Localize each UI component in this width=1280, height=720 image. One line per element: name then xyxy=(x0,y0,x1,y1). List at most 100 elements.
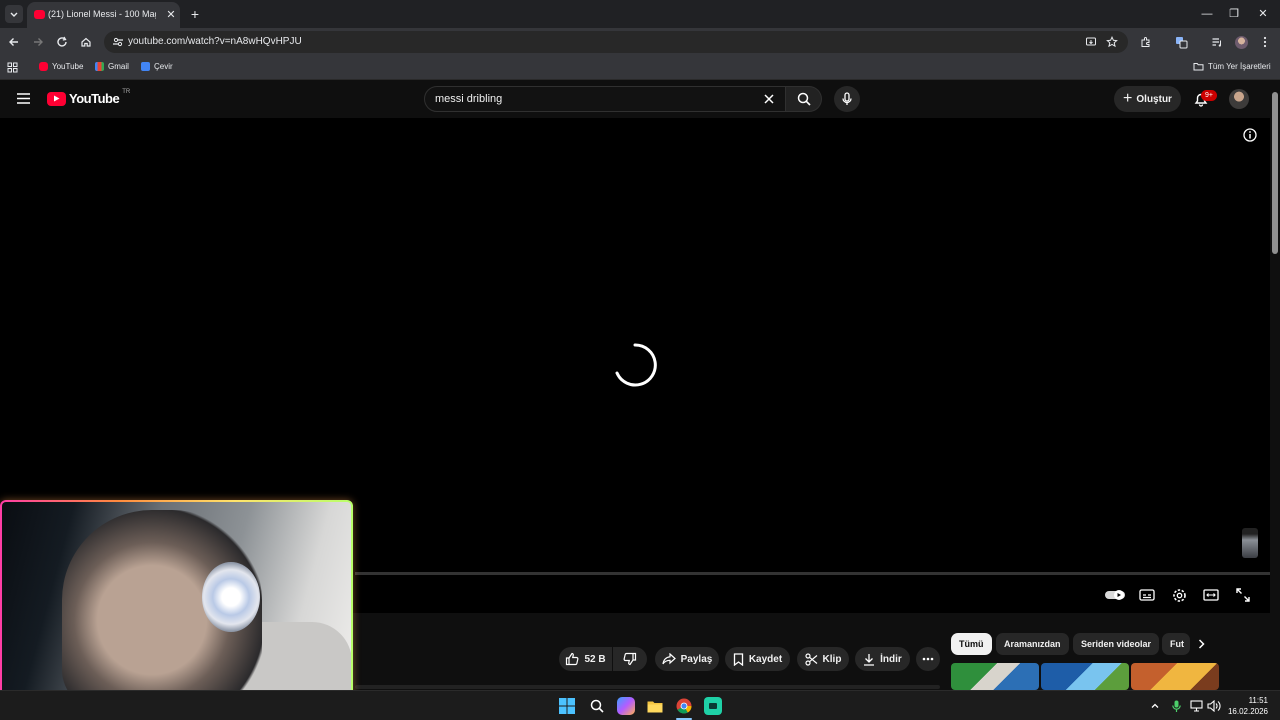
bookmark-label: YouTube xyxy=(52,62,84,71)
chip-all[interactable]: Tümü xyxy=(951,633,992,655)
window-close-icon[interactable]: ✕ xyxy=(1254,5,1272,23)
like-count: 52 B xyxy=(584,653,606,665)
scrollbar-thumb[interactable] xyxy=(1272,92,1278,254)
save-button[interactable]: Kaydet xyxy=(725,647,790,671)
bookmark-icon xyxy=(733,652,744,666)
translate-icon xyxy=(141,62,150,71)
chrome-icon[interactable] xyxy=(675,697,693,715)
download-icon xyxy=(863,653,875,666)
clip-button[interactable]: Klip xyxy=(797,647,849,671)
bookmark-label: Gmail xyxy=(108,62,129,71)
more-actions-button[interactable] xyxy=(916,647,940,671)
chevron-up-icon[interactable] xyxy=(1146,697,1164,715)
reload-icon[interactable] xyxy=(53,33,71,51)
all-bookmarks[interactable]: Tüm Yer İşaretleri xyxy=(1193,62,1271,71)
address-bar[interactable]: youtube.com/watch?v=nA8wHQvHPJU xyxy=(104,31,1128,53)
browser-tab-active[interactable]: (21) Lionel Messi - 100 Magical ✕ xyxy=(27,2,180,28)
download-button[interactable]: İndir xyxy=(855,647,910,671)
system-clock[interactable]: 11:51 16.02.2026 xyxy=(1224,695,1268,717)
microphone-tray-icon[interactable] xyxy=(1167,697,1185,715)
star-icon[interactable] xyxy=(1105,35,1119,49)
dislike-button[interactable] xyxy=(613,647,647,671)
recommended-video-thumbnail[interactable] xyxy=(951,663,1039,690)
forward-icon[interactable] xyxy=(29,33,47,51)
subtitles-icon[interactable] xyxy=(1136,584,1158,606)
webcam-headphone-shape xyxy=(202,562,260,632)
share-label: Paylaş xyxy=(680,653,713,665)
youtube-logo-text: YouTube xyxy=(69,91,120,106)
search-input[interactable]: messi dribling xyxy=(424,86,786,112)
clock-time: 11:51 xyxy=(1248,696,1268,705)
page-scrollbar[interactable] xyxy=(1270,80,1280,690)
fullscreen-icon[interactable] xyxy=(1232,584,1254,606)
volume-icon[interactable] xyxy=(1205,697,1223,715)
profile-avatar[interactable] xyxy=(1232,33,1250,51)
voice-search-button[interactable] xyxy=(834,86,860,112)
end-screen-channel-thumbnail[interactable] xyxy=(1242,528,1258,558)
recommended-video-thumbnail[interactable] xyxy=(1041,663,1129,690)
clip-label: Klip xyxy=(822,653,842,665)
chevron-right-icon[interactable] xyxy=(1195,638,1207,650)
extensions-icon[interactable] xyxy=(1137,33,1155,51)
tab-search-button[interactable] xyxy=(5,5,23,23)
install-app-icon[interactable] xyxy=(1084,35,1098,49)
account-avatar[interactable] xyxy=(1229,89,1249,109)
home-icon[interactable] xyxy=(77,33,95,51)
youtube-icon xyxy=(39,62,48,71)
chip-from-series[interactable]: Seriden videolar xyxy=(1073,633,1160,655)
all-bookmarks-label: Tüm Yer İşaretleri xyxy=(1208,62,1271,71)
search-button[interactable] xyxy=(786,86,822,112)
create-label: Oluştur xyxy=(1136,93,1172,105)
share-arrow-icon xyxy=(662,653,676,665)
download-label: İndir xyxy=(880,653,902,665)
file-explorer-icon[interactable] xyxy=(646,697,664,715)
search-query-text: messi dribling xyxy=(435,93,503,105)
copilot-icon[interactable] xyxy=(617,697,635,715)
progress-bar[interactable] xyxy=(355,572,1270,575)
taskbar-search-icon[interactable] xyxy=(588,697,606,715)
more-horizontal-icon xyxy=(922,657,934,661)
like-button[interactable]: 52 B xyxy=(559,647,612,671)
translate-icon[interactable] xyxy=(1172,33,1190,51)
gmail-icon xyxy=(95,62,104,71)
site-info-icon[interactable] xyxy=(112,36,124,48)
create-button[interactable]: + Oluştur xyxy=(1114,86,1181,112)
tab-close-icon[interactable]: ✕ xyxy=(164,8,178,22)
youtube-play-logo-icon xyxy=(47,91,66,106)
apps-grid-icon[interactable] xyxy=(7,62,18,73)
network-icon[interactable] xyxy=(1188,697,1206,715)
bookmark-youtube[interactable]: YouTube xyxy=(39,62,83,71)
theater-mode-icon[interactable] xyxy=(1200,584,1222,606)
share-button[interactable]: Paylaş xyxy=(655,647,719,671)
windows-start-icon[interactable] xyxy=(558,697,576,715)
menu-kebab-icon[interactable] xyxy=(1256,33,1274,51)
back-icon[interactable] xyxy=(5,33,23,51)
new-tab-button[interactable]: + xyxy=(187,6,203,22)
webcam-overlay xyxy=(0,500,353,703)
chip-from-your-search[interactable]: Aramanızdan xyxy=(996,633,1069,655)
youtube-logo[interactable]: YouTube TR xyxy=(47,89,130,106)
info-icon[interactable] xyxy=(1243,128,1257,142)
media-control-icon[interactable] xyxy=(1208,33,1226,51)
clear-search-icon[interactable] xyxy=(763,93,775,105)
bookmark-translate[interactable]: Çevir xyxy=(141,62,173,71)
autoplay-toggle-icon[interactable] xyxy=(1104,584,1126,606)
thumbs-up-icon xyxy=(565,652,579,666)
recommended-video-thumbnail[interactable] xyxy=(1131,663,1219,690)
windows-taskbar: 11:51 16.02.2026 xyxy=(0,690,1280,720)
loading-spinner-icon xyxy=(613,343,657,387)
url-text: youtube.com/watch?v=nA8wHQvHPJU xyxy=(128,36,302,47)
settings-gear-icon[interactable] xyxy=(1168,584,1190,606)
chevron-down-icon xyxy=(9,9,19,19)
hamburger-menu-icon[interactable] xyxy=(16,92,31,105)
tab-title: (21) Lionel Messi - 100 Magical xyxy=(48,9,156,19)
browser-tab-strip: (21) Lionel Messi - 100 Magical ✕ + — ❐ … xyxy=(0,0,1280,28)
youtube-header: YouTube TR messi dribling + Oluştur xyxy=(0,80,1270,118)
notification-count-badge: 9+ xyxy=(1201,90,1217,101)
minimize-icon[interactable]: — xyxy=(1198,5,1216,23)
bookmarks-bar: YouTube Gmail Çevir Tüm Yer İşaretleri xyxy=(0,56,1280,80)
restore-icon[interactable]: ❐ xyxy=(1225,5,1243,23)
bookmark-gmail[interactable]: Gmail xyxy=(95,62,129,71)
app-icon[interactable] xyxy=(704,697,722,715)
chip-football[interactable]: Fut xyxy=(1162,633,1190,655)
